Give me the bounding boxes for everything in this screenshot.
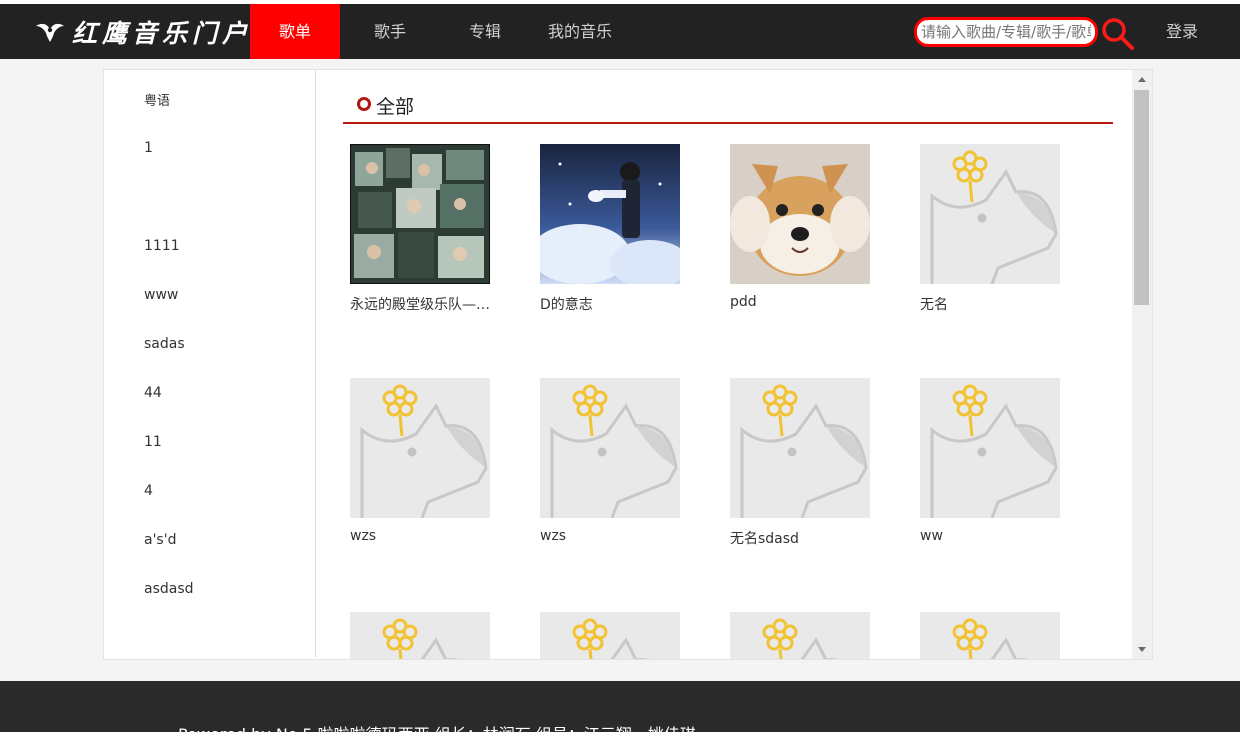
search-box xyxy=(914,17,1098,47)
brand-logo[interactable]: 红鹰音乐门户 xyxy=(34,14,252,50)
playlist-card[interactable]: D的意志 xyxy=(540,144,680,313)
playlist-card[interactable] xyxy=(350,612,490,659)
default-cover-icon xyxy=(730,378,870,518)
playlist-title: wzs xyxy=(350,528,377,544)
tab-my-music[interactable]: 我的音乐 xyxy=(535,4,625,59)
default-cover-icon xyxy=(540,378,680,518)
playlist-card[interactable]: ww xyxy=(920,378,1060,544)
default-cover-icon xyxy=(920,612,1060,659)
playlist-card[interactable] xyxy=(730,612,870,659)
default-cover-icon xyxy=(730,612,870,659)
playlist-card[interactable]: pdd xyxy=(730,144,870,310)
playlist-title: 永远的殿堂级乐队—Beyond xyxy=(350,297,495,313)
tab-singers[interactable]: 歌手 xyxy=(345,4,435,59)
sidebar-item[interactable]: 1 xyxy=(144,140,153,156)
playlist-cover-image xyxy=(350,144,490,284)
playlist-card[interactable]: wzs xyxy=(350,378,490,544)
scrollbar[interactable] xyxy=(1132,70,1152,659)
footer: Powered by No.5 啦啦啦德玛西亚 组长：林润石 组员：江元翔、姚佳… xyxy=(0,681,1240,732)
search-icon[interactable] xyxy=(1100,16,1136,52)
playlist-content: 全部 永远的殿堂级乐队—Beyond xyxy=(316,70,1131,659)
default-cover-icon xyxy=(920,144,1060,284)
search-input[interactable] xyxy=(917,20,1095,44)
section-title: 全部 xyxy=(376,96,415,118)
circle-bullet-icon xyxy=(357,97,371,111)
playlist-cover-image xyxy=(730,144,870,284)
section-header: 全部 xyxy=(343,90,1113,124)
scroll-up-arrow-icon[interactable] xyxy=(1132,70,1152,90)
sidebar-item[interactable]: www xyxy=(144,287,178,303)
playlist-card[interactable] xyxy=(540,612,680,659)
default-cover-icon xyxy=(920,378,1060,518)
sidebar-item[interactable]: 1111 xyxy=(144,238,180,254)
default-cover-icon xyxy=(350,612,490,659)
sidebar-item[interactable]: 4 xyxy=(144,483,153,499)
playlist-title: D的意志 xyxy=(540,297,593,313)
tab-albums[interactable]: 专辑 xyxy=(440,4,530,59)
category-sidebar: 粤语 1 1111 www sadas 44 11 4 a's'd asdasd xyxy=(104,70,316,657)
playlist-title: 无名 xyxy=(920,297,948,313)
default-cover-icon xyxy=(540,612,680,659)
playlist-card[interactable]: wzs xyxy=(540,378,680,544)
playlist-card[interactable] xyxy=(920,612,1060,659)
sidebar-item[interactable]: asdasd xyxy=(144,581,194,597)
tab-playlists[interactable]: 歌单 xyxy=(250,4,340,59)
playlist-card[interactable]: 无名 xyxy=(920,144,1060,313)
scroll-down-arrow-icon[interactable] xyxy=(1132,639,1152,659)
playlist-title: pdd xyxy=(730,294,757,310)
playlist-title: wzs xyxy=(540,528,567,544)
playlist-cover-image xyxy=(540,144,680,284)
sidebar-item-cantonese[interactable]: 粤语 xyxy=(144,90,170,109)
login-link[interactable]: 登录 xyxy=(1166,4,1198,59)
footer-credits: Powered by No.5 啦啦啦德玛西亚 组长：林润石 组员：江元翔、姚佳… xyxy=(178,721,696,732)
playlist-card[interactable]: 永远的殿堂级乐队—Beyond xyxy=(350,144,495,313)
main-panel: 粤语 1 1111 www sadas 44 11 4 a's'd asdasd… xyxy=(103,69,1153,660)
scrollbar-thumb[interactable] xyxy=(1134,90,1149,305)
eagle-logo-icon xyxy=(36,23,64,42)
playlist-card[interactable]: 无名sdasd xyxy=(730,378,870,547)
sidebar-item[interactable]: 44 xyxy=(144,385,162,401)
top-nav: 红鹰音乐门户 歌单 歌手 专辑 我的音乐 登录 xyxy=(0,4,1240,59)
sidebar-item[interactable]: a's'd xyxy=(144,532,176,548)
brand-name: 红鹰音乐门户 xyxy=(72,19,253,48)
playlist-title: ww xyxy=(920,528,943,544)
sidebar-item[interactable]: 11 xyxy=(144,434,162,450)
sidebar-item[interactable]: sadas xyxy=(144,336,185,352)
playlist-title: 无名sdasd xyxy=(730,531,799,547)
default-cover-icon xyxy=(350,378,490,518)
